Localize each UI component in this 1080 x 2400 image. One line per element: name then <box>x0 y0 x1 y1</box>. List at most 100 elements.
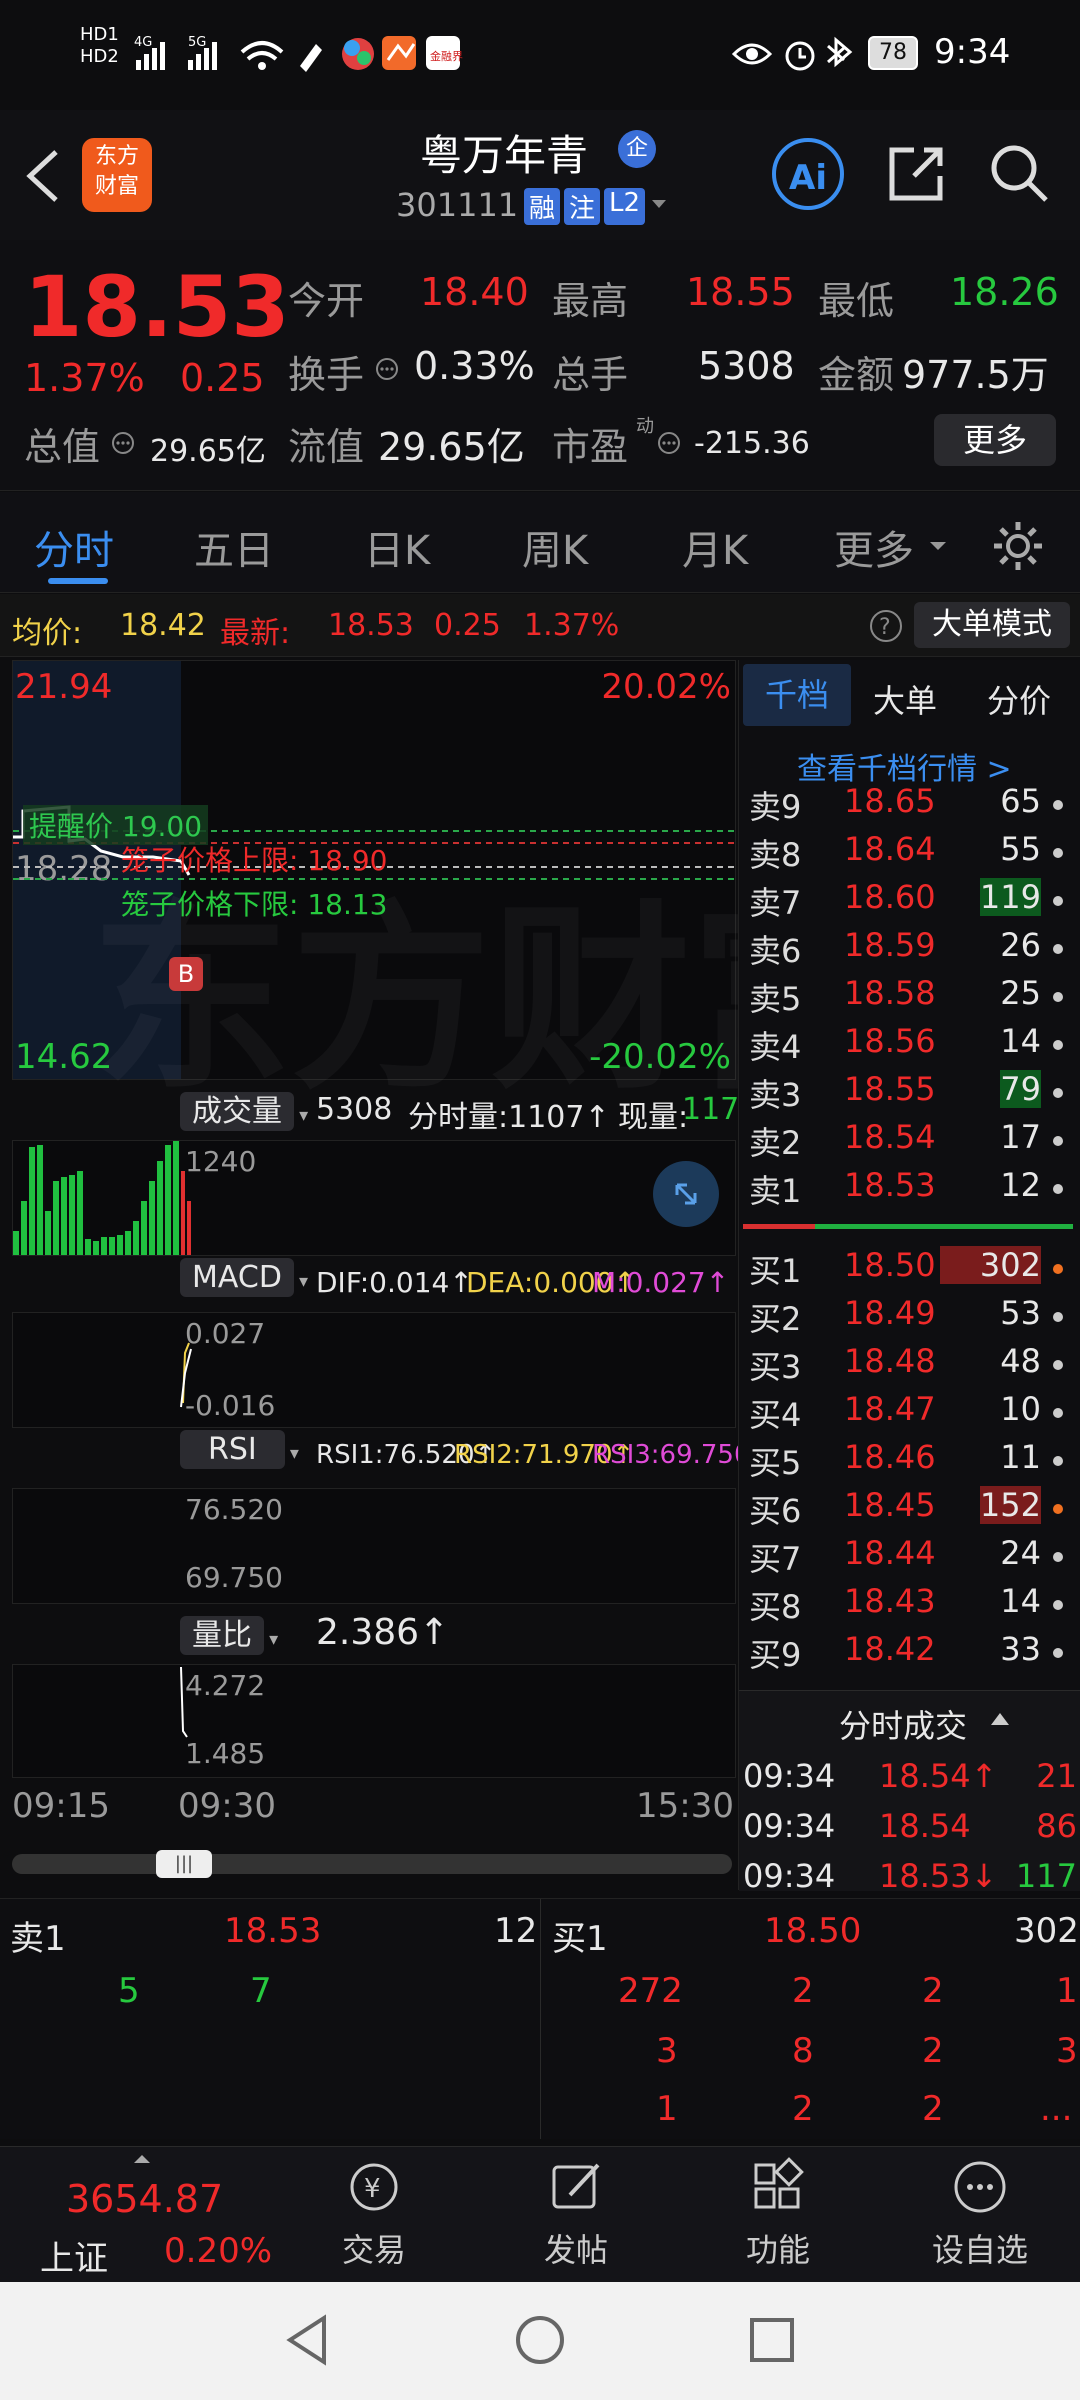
level-qty: 14 <box>1000 1022 1041 1060</box>
volume-chart[interactable]: 1240 <box>12 1140 736 1256</box>
nav-post[interactable]: 发帖 <box>496 2157 656 2271</box>
tab-more[interactable]: 更多 <box>834 518 914 576</box>
order-queue: 卖1 18.53 12 5 7 买1 18.50 302 272 2 2 1 3… <box>0 1898 1080 2139</box>
level-dot <box>1053 944 1063 954</box>
info-icon[interactable] <box>374 356 400 382</box>
buy-level-2[interactable]: 买2 18.49 53 <box>739 1294 1069 1342</box>
caret-down-icon: ▾ <box>269 1629 279 1650</box>
nav-post-label: 发帖 <box>543 2231 608 2269</box>
sell-level-1[interactable]: 卖1 18.53 12 <box>739 1166 1069 1214</box>
rsi-tag[interactable]: RSI ▾ <box>180 1430 299 1469</box>
nav-back-icon[interactable] <box>280 2312 336 2368</box>
average-bar: 均价: 18.42 最新: 18.53 0.25 1.37% ? 大单模式 <box>0 594 1080 657</box>
level-dot <box>1053 1552 1063 1562</box>
macd-chart[interactable]: 0.027 -0.016 <box>12 1312 736 1428</box>
nav-functions[interactable]: 功能 <box>698 2157 858 2271</box>
level-dot <box>1053 992 1063 1002</box>
ai-button[interactable]: Ai <box>772 138 844 210</box>
sell-level-3[interactable]: 卖3 18.55 79 <box>739 1070 1069 1118</box>
level-label: 卖1 <box>749 1172 802 1210</box>
big-order-mode-button[interactable]: 大单模式 <box>914 602 1070 648</box>
buy-level-8[interactable]: 买8 18.43 14 <box>739 1582 1069 1630</box>
gear-icon[interactable] <box>990 518 1046 574</box>
nav-home-icon[interactable] <box>512 2312 568 2368</box>
intraday-chart[interactable]: 东方财富 21.94 20.02% 18.28 14.62 -20.02% 提醒… <box>12 660 891 1117</box>
index-ticker[interactable]: 3654.87 上证 0.20% <box>0 2147 290 2283</box>
buy-level-7[interactable]: 买7 18.44 24 <box>739 1534 1069 1582</box>
level-price: 18.55 <box>844 1070 936 1108</box>
more-dots-icon <box>954 2161 1006 2213</box>
level-dot <box>1053 1136 1063 1146</box>
level-label: 买1 <box>749 1252 802 1290</box>
tick-price: 18.54↑ <box>879 1757 998 1795</box>
system-nav-bar <box>0 2282 1080 2400</box>
chevron-down-icon[interactable] <box>649 188 669 218</box>
tag-margin: 融 <box>524 188 561 225</box>
level-dot <box>1053 1456 1063 1466</box>
buy-level-1[interactable]: 买1 18.50 302 <box>739 1246 1069 1294</box>
tab-price-dist[interactable]: 分价 <box>987 676 1051 722</box>
sell-level-2[interactable]: 卖2 18.54 17 <box>739 1118 1069 1166</box>
level-label: 卖3 <box>749 1076 802 1114</box>
nav-trade[interactable]: ¥ 交易 <box>294 2157 454 2271</box>
time-scrollbar[interactable]: ||| <box>12 1850 732 1878</box>
volume-bars <box>13 1141 191 1255</box>
level-label: 卖4 <box>749 1028 802 1066</box>
tab-depth[interactable]: 千档 <box>743 664 851 726</box>
tab-weekly-k[interactable]: 周K <box>522 518 588 576</box>
volume-ratio-tag[interactable]: 量比 ▾ <box>180 1610 279 1655</box>
queue-buy-order: 2 <box>922 2031 944 2071</box>
rsi-axis-max: 76.520 <box>185 1493 283 1526</box>
level-dot <box>1053 1264 1063 1274</box>
nav-watchlist[interactable]: 设自选 <box>900 2157 1060 2271</box>
tab-five-day[interactable]: 五日 <box>194 518 274 576</box>
tab-intraday[interactable]: 分时 <box>34 518 114 576</box>
nav-recents-icon[interactable] <box>744 2312 800 2368</box>
sell-level-6[interactable]: 卖6 18.59 26 <box>739 926 1069 974</box>
search-icon[interactable] <box>986 140 1052 206</box>
clock: 9:34 <box>934 32 1011 72</box>
macd-tag[interactable]: MACD ▾ <box>180 1258 309 1297</box>
level-qty: 152 <box>979 1486 1041 1524</box>
sell-level-5[interactable]: 卖5 18.58 25 <box>739 974 1069 1022</box>
tab-daily-k[interactable]: 日K <box>364 518 430 576</box>
open-value: 18.40 <box>420 270 529 314</box>
scrollbar-handle[interactable]: ||| <box>156 1850 212 1878</box>
help-icon[interactable]: ? <box>868 608 904 644</box>
buy-marker[interactable]: B <box>169 957 203 991</box>
info-icon[interactable] <box>110 430 136 456</box>
buy-level-9[interactable]: 买9 18.42 33 <box>739 1630 1069 1678</box>
float-cap: 29.65亿 <box>378 425 525 469</box>
rsi-axis-min: 69.750 <box>185 1561 283 1594</box>
latest-value: 18.53 <box>328 608 414 643</box>
level-qty: 55 <box>1000 830 1041 868</box>
sell-level-8[interactable]: 卖8 18.64 55 <box>739 830 1069 878</box>
more-button[interactable]: 更多 <box>934 414 1056 466</box>
sell-level-4[interactable]: 卖4 18.56 14 <box>739 1022 1069 1070</box>
tick-trades[interactable]: 分时成交 09:34 18.54↑ 21 09:34 18.54 86 09:3… <box>739 1690 1080 1895</box>
volume-tag[interactable]: 成交量 ▾ <box>180 1086 309 1131</box>
caret-down-icon: ▾ <box>299 1271 309 1292</box>
back-icon[interactable] <box>20 146 64 206</box>
volume-ratio-chart[interactable]: 4.272 1.485 <box>12 1664 736 1778</box>
share-icon[interactable] <box>884 140 950 206</box>
info-icon[interactable] <box>656 430 682 456</box>
buy-level-3[interactable]: 买3 18.48 48 <box>739 1342 1069 1390</box>
tab-big-order[interactable]: 大单 <box>873 676 937 722</box>
queue-more[interactable]: ... <box>1040 2089 1072 2129</box>
buy-level-6[interactable]: 买6 18.45 152 <box>739 1486 1069 1534</box>
quote-panel: 18.53 1.37% 0.25 总值 29.65亿 今开 18.40 最高 1… <box>0 240 1080 491</box>
expand-button[interactable] <box>653 1161 719 1227</box>
buy-level-4[interactable]: 买4 18.47 10 <box>739 1390 1069 1438</box>
caret-down-icon: ▾ <box>299 1105 309 1126</box>
tab-monthly-k[interactable]: 月K <box>682 518 748 576</box>
sell-level-7[interactable]: 卖7 18.60 119 <box>739 878 1069 926</box>
level-dot <box>1053 1040 1063 1050</box>
sell-level-9[interactable]: 卖9 18.65 65 <box>739 782 1069 830</box>
buy-level-5[interactable]: 买5 18.46 11 <box>739 1438 1069 1486</box>
app-logo[interactable]: 东方 财富 <box>82 138 152 212</box>
trade-icon: ¥ <box>350 2163 398 2211</box>
rsi-chart[interactable]: 76.520 69.750 <box>12 1488 736 1604</box>
tick-trades-title[interactable]: 分时成交 <box>839 1701 967 1747</box>
index-name: 上证 <box>40 2239 108 2279</box>
